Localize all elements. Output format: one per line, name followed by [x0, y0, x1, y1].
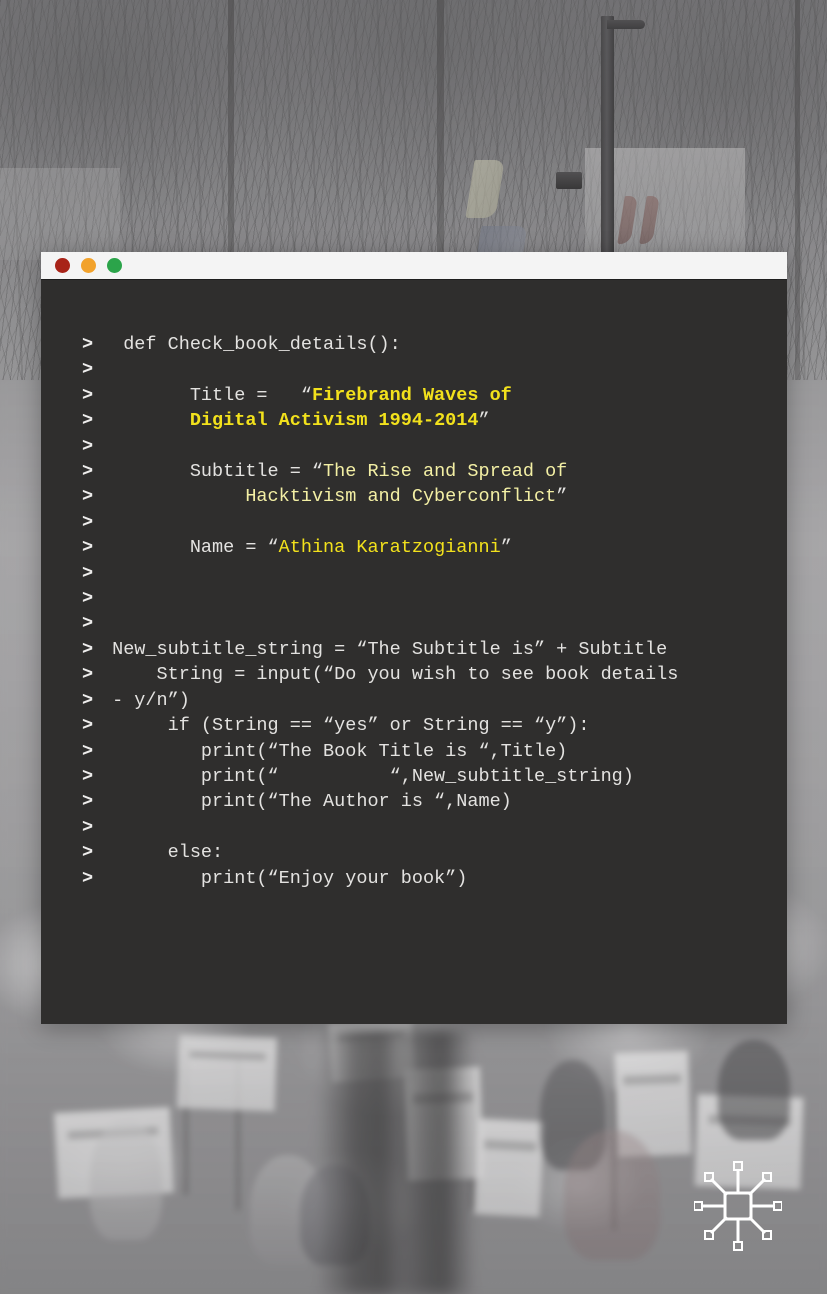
terminal-line-text: Name = “Athina Karatzogianni” [101, 535, 787, 560]
code-token-plain: Title = “ [101, 384, 312, 406]
prompt-caret: > [82, 334, 94, 355]
code-token-title: Digital Activism 1994-2014 [189, 410, 479, 432]
terminal-line: > String = input(“Do you wish to see boo… [41, 662, 787, 687]
prompt-caret: > [82, 664, 94, 686]
code-token-subtitle: Hacktivism and Cyberconflict [245, 486, 557, 508]
terminal-line: > [41, 357, 787, 382]
terminal-line-text: - y/n”) [101, 688, 787, 713]
prompt-caret: > [82, 461, 94, 483]
code-token-plain: Name = “ [101, 537, 279, 559]
terminal-line: > print(“ “,New_subtitle_string) [41, 764, 787, 789]
terminal-line: > [41, 586, 787, 611]
code-token-plain: print(“ “,New_subtitle_string) [101, 765, 634, 787]
code-token-plain: String = input(“Do you wish to see book … [101, 664, 679, 686]
terminal-line-text: print(“Enjoy your book”) [101, 866, 787, 891]
prompt-caret: > [82, 384, 94, 406]
prompt-caret: > [82, 359, 94, 381]
terminal-line: > def Check_book_details(): [41, 332, 787, 357]
code-token-plain: ” [556, 486, 568, 508]
code-token-plain: if (String == “yes” or String == “y”): [101, 715, 590, 737]
terminal-line: > print(“The Book Title is “,Title) [41, 739, 787, 764]
close-button[interactable] [55, 258, 70, 273]
terminal-line-text: String = input(“Do you wish to see book … [101, 662, 787, 687]
terminal-line: > print(“Enjoy your book”) [41, 866, 787, 891]
code-token-plain: Subtitle = “ [101, 461, 324, 483]
code-token-plain: def Check_book_details(): [101, 334, 401, 355]
terminal-line-text: else: [101, 840, 787, 865]
code-token-plain: else: [101, 842, 224, 864]
prompt-caret: > [82, 562, 94, 584]
code-token-plain: - y/n”) [101, 689, 190, 711]
code-token-plain: print(“Enjoy your book”) [101, 867, 468, 889]
code-token-plain: ” [478, 410, 490, 432]
terminal-screen[interactable]: > def Check_book_details(): > > Title = “F… [41, 280, 787, 1024]
code-token-plain: print(“The Book Title is “,Title) [101, 740, 568, 762]
terminal-line: > Digital Activism 1994-2014” [41, 408, 787, 433]
prompt-caret: > [82, 867, 94, 889]
palgrave-macmillan-logo [694, 1161, 782, 1251]
terminal-line: > else: [41, 840, 787, 865]
terminal-line: > [41, 815, 787, 840]
terminal-line: > Title = “Firebrand Waves of [41, 383, 787, 408]
prompt-caret: > [82, 511, 94, 533]
terminal-line-text: Hacktivism and Cyberconflict” [101, 484, 787, 509]
terminal-line: > Subtitle = “The Rise and Spread of [41, 459, 787, 484]
terminal-line-text: Subtitle = “The Rise and Spread of [101, 459, 787, 484]
book-cover: > def Check_book_details(): > > Title = “F… [0, 0, 827, 1294]
terminal-line-text: if (String == “yes” or String == “y”): [101, 713, 787, 738]
terminal-line: > Name = “Athina Karatzogianni” [41, 535, 787, 560]
terminal-line: > [41, 510, 787, 535]
code-token-title: Firebrand Waves of [311, 384, 512, 406]
prompt-caret: > [82, 410, 94, 432]
prompt-caret: > [82, 486, 94, 508]
code-token-name: Athina Karatzogianni [278, 537, 501, 559]
code-token-plain: ” [500, 537, 512, 559]
terminal-window: > def Check_book_details(): > > Title = “F… [41, 252, 787, 1024]
prompt-caret: > [82, 765, 94, 787]
terminal-line: > - y/n”) [41, 688, 787, 713]
prompt-caret: > [82, 537, 94, 559]
terminal-line-text: Digital Activism 1994-2014” [101, 408, 787, 433]
code-token-plain: New_subtitle_string = “The Subtitle is” … [101, 638, 668, 660]
prompt-caret: > [82, 791, 94, 813]
terminal-line: > [41, 561, 787, 586]
prompt-caret: > [82, 689, 94, 711]
terminal-line: > print(“The Author is “,Name) [41, 789, 787, 814]
prompt-caret: > [82, 816, 94, 838]
terminal-line: > [41, 611, 787, 636]
terminal-line-text: print(“The Book Title is “,Title) [101, 739, 787, 764]
minimize-button[interactable] [81, 258, 96, 273]
terminal-line: > if (String == “yes” or String == “y”): [41, 713, 787, 738]
code-token-plain: print(“The Author is “,Name) [101, 791, 512, 813]
prompt-caret: > [82, 588, 94, 610]
prompt-caret: > [82, 638, 94, 660]
terminal-line-text: print(“ “,New_subtitle_string) [101, 764, 787, 789]
terminal-line-text: Title = “Firebrand Waves of [101, 383, 787, 408]
terminal-line: > [41, 434, 787, 459]
prompt-caret: > [82, 740, 94, 762]
terminal-line-text: def Check_book_details(): [101, 332, 787, 357]
code-token-subtitle: The Rise and Spread of [323, 461, 568, 483]
terminal-titlebar[interactable] [41, 252, 787, 280]
terminal-line: > Hacktivism and Cyberconflict” [41, 484, 787, 509]
terminal-line: > New_subtitle_string = “The Subtitle is… [41, 637, 787, 662]
terminal-line-text: New_subtitle_string = “The Subtitle is” … [101, 637, 787, 662]
maximize-button[interactable] [107, 258, 122, 273]
prompt-caret: > [82, 435, 94, 457]
prompt-caret: > [82, 613, 94, 635]
prompt-caret: > [82, 842, 94, 864]
terminal-line-text: print(“The Author is “,Name) [101, 789, 787, 814]
prompt-caret: > [82, 715, 94, 737]
